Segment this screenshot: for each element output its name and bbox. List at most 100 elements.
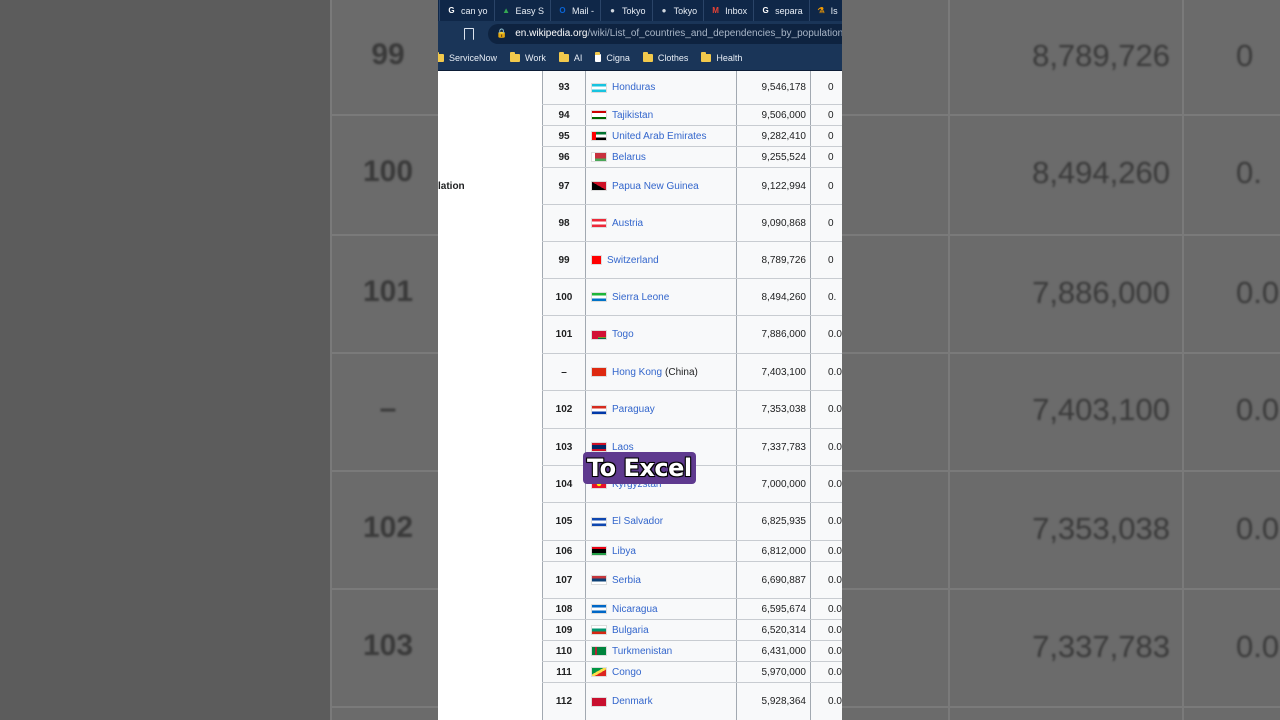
population-cell: 9,090,868 [737, 205, 811, 241]
background-percent: 0.0 [1236, 392, 1280, 427]
country-link[interactable]: United Arab Emirates [612, 131, 707, 142]
background-left-panel [0, 0, 330, 720]
bookmark-item[interactable]: Health [701, 52, 742, 63]
country-cell: Libya [586, 541, 737, 561]
percent-cell: 0 [811, 205, 842, 241]
background-percent: 0.0 [1236, 275, 1280, 310]
population-cell: 6,825,935 [737, 503, 811, 540]
tab-label: Inbox [725, 5, 748, 16]
country-link[interactable]: Tajikistan [612, 110, 653, 121]
folder-icon [642, 52, 653, 62]
country-link[interactable]: Belarus [612, 152, 646, 163]
table-row: 100 Sierra Leone 8,494,260 0. [542, 279, 842, 316]
country-link[interactable]: Paraguay [612, 404, 655, 415]
country-link[interactable]: Denmark [612, 696, 653, 707]
bookmark-label: Cigna [606, 53, 630, 63]
table-row: 97 Papua New Guinea 9,122,994 0 [542, 168, 842, 205]
tab-item[interactable]: ▲ Easy S [495, 0, 552, 21]
table-row: 111 Congo 5,970,000 0.0 [542, 662, 842, 683]
country-link[interactable]: Togo [612, 329, 634, 340]
country-cell: United Arab Emirates [586, 126, 737, 146]
url-field[interactable]: 🔒 en.wikipedia.org/wiki/List_of_countrie… [488, 23, 842, 44]
flag-icon [591, 329, 607, 340]
address-bar: 🔒 en.wikipedia.org/wiki/List_of_countrie… [438, 21, 842, 46]
tab-item[interactable]: M Inbox [704, 0, 755, 21]
drive-icon: ▲ [502, 6, 510, 15]
population-cell: 6,690,887 [737, 562, 811, 598]
tab-item[interactable]: Gsepara [754, 0, 810, 21]
rank-cell: 112 [542, 683, 586, 720]
github-icon: ● [661, 6, 667, 15]
bookmarks-bar: ServiceNow Work AI Cigna Clothes Health [438, 46, 842, 71]
tab-item[interactable]: Gcan yo [440, 0, 495, 21]
tab-label: Is [830, 5, 838, 16]
bookmark-item[interactable]: ServiceNow [438, 52, 497, 63]
country-link[interactable]: Bulgaria [612, 625, 649, 636]
flag-icon [591, 575, 607, 585]
background-population: 8,789,726 [1032, 38, 1170, 73]
country-link[interactable]: Nicaragua [612, 604, 658, 615]
percent-cell: 0 [811, 242, 842, 278]
population-cell: 6,431,000 [737, 641, 811, 661]
tab-item[interactable]: O Mail - [551, 0, 602, 21]
population-cell: 7,000,000 [737, 466, 811, 502]
country-link[interactable]: Austria [612, 218, 643, 229]
rank-cell: 110 [542, 641, 586, 661]
table-row: 112 Denmark 5,928,364 0.0 [542, 683, 842, 720]
flag-icon [591, 110, 607, 120]
percent-cell: 0 [811, 126, 842, 146]
country-link[interactable]: Laos [612, 442, 634, 453]
tab-item[interactable]: ● Tokyo [601, 0, 653, 21]
rank-cell: 104 [542, 466, 586, 502]
tab-strip: Gcan yo ▲ Easy S O Mail - ● Tokyo ● Tokyo M Inbox G… [438, 0, 842, 21]
percent-cell: 0 [811, 147, 842, 167]
country-link[interactable]: Sierra Leone [612, 292, 669, 303]
bookmark-item[interactable]: Cigna [595, 52, 630, 63]
country-cell: Denmark [586, 683, 737, 720]
rank-cell: 107 [542, 562, 586, 598]
percent-cell: 0.0 [811, 620, 842, 640]
flag-icon [591, 646, 607, 656]
country-cell: Austria [586, 205, 737, 241]
flag-icon [591, 516, 607, 527]
background-rank: 100 [362, 155, 414, 188]
country-link[interactable]: El Salvador [612, 516, 663, 527]
table-row: 99 Switzerland 8,789,726 0 [542, 242, 842, 279]
country-link[interactable]: Switzerland [607, 255, 659, 266]
country-link[interactable]: Libya [612, 546, 636, 557]
country-cell: Papua New Guinea [586, 168, 737, 204]
url-path: /wiki/List_of_countries_and_dependencies… [587, 28, 842, 39]
tab-label: can yo [461, 5, 488, 16]
tab-item[interactable]: ⚗ Is [810, 0, 842, 21]
background-divider [330, 0, 332, 720]
background-rank: – [379, 392, 397, 425]
population-cell: 6,520,314 [737, 620, 811, 640]
country-cell: Belarus [586, 147, 737, 167]
folder-icon [438, 52, 444, 62]
rank-cell: 102 [542, 391, 586, 428]
table-row: 94 Tajikistan 9,506,000 0 [542, 105, 842, 126]
country-link[interactable]: Congo [612, 667, 641, 678]
country-cell: Nicaragua [586, 599, 737, 619]
rank-cell: – [542, 354, 586, 390]
rank-cell: 94 [542, 105, 586, 125]
flag-icon [591, 367, 607, 377]
population-cell: 6,595,674 [737, 599, 811, 619]
rank-cell: 105 [542, 503, 586, 540]
rank-cell: 100 [542, 279, 586, 315]
population-cell: 9,506,000 [737, 105, 811, 125]
tab-item[interactable]: ● Tokyo [653, 0, 705, 21]
country-link[interactable]: Serbia [612, 575, 641, 586]
bookmark-item[interactable]: Clothes [642, 52, 688, 63]
percent-cell: 0.0 [811, 683, 842, 720]
bookmark-item[interactable]: Work [510, 52, 546, 63]
bookmark-icon[interactable] [464, 27, 474, 40]
bookmark-item[interactable]: AI [558, 52, 582, 63]
country-link[interactable]: Turkmenistan [612, 646, 672, 657]
rank-cell: 111 [542, 662, 586, 682]
country-link[interactable]: Papua New Guinea [612, 181, 699, 192]
rank-cell: 95 [542, 126, 586, 146]
tab-label: Tokyo [673, 5, 698, 16]
country-link[interactable]: Honduras [612, 82, 655, 93]
country-link[interactable]: Hong Kong [612, 367, 662, 378]
